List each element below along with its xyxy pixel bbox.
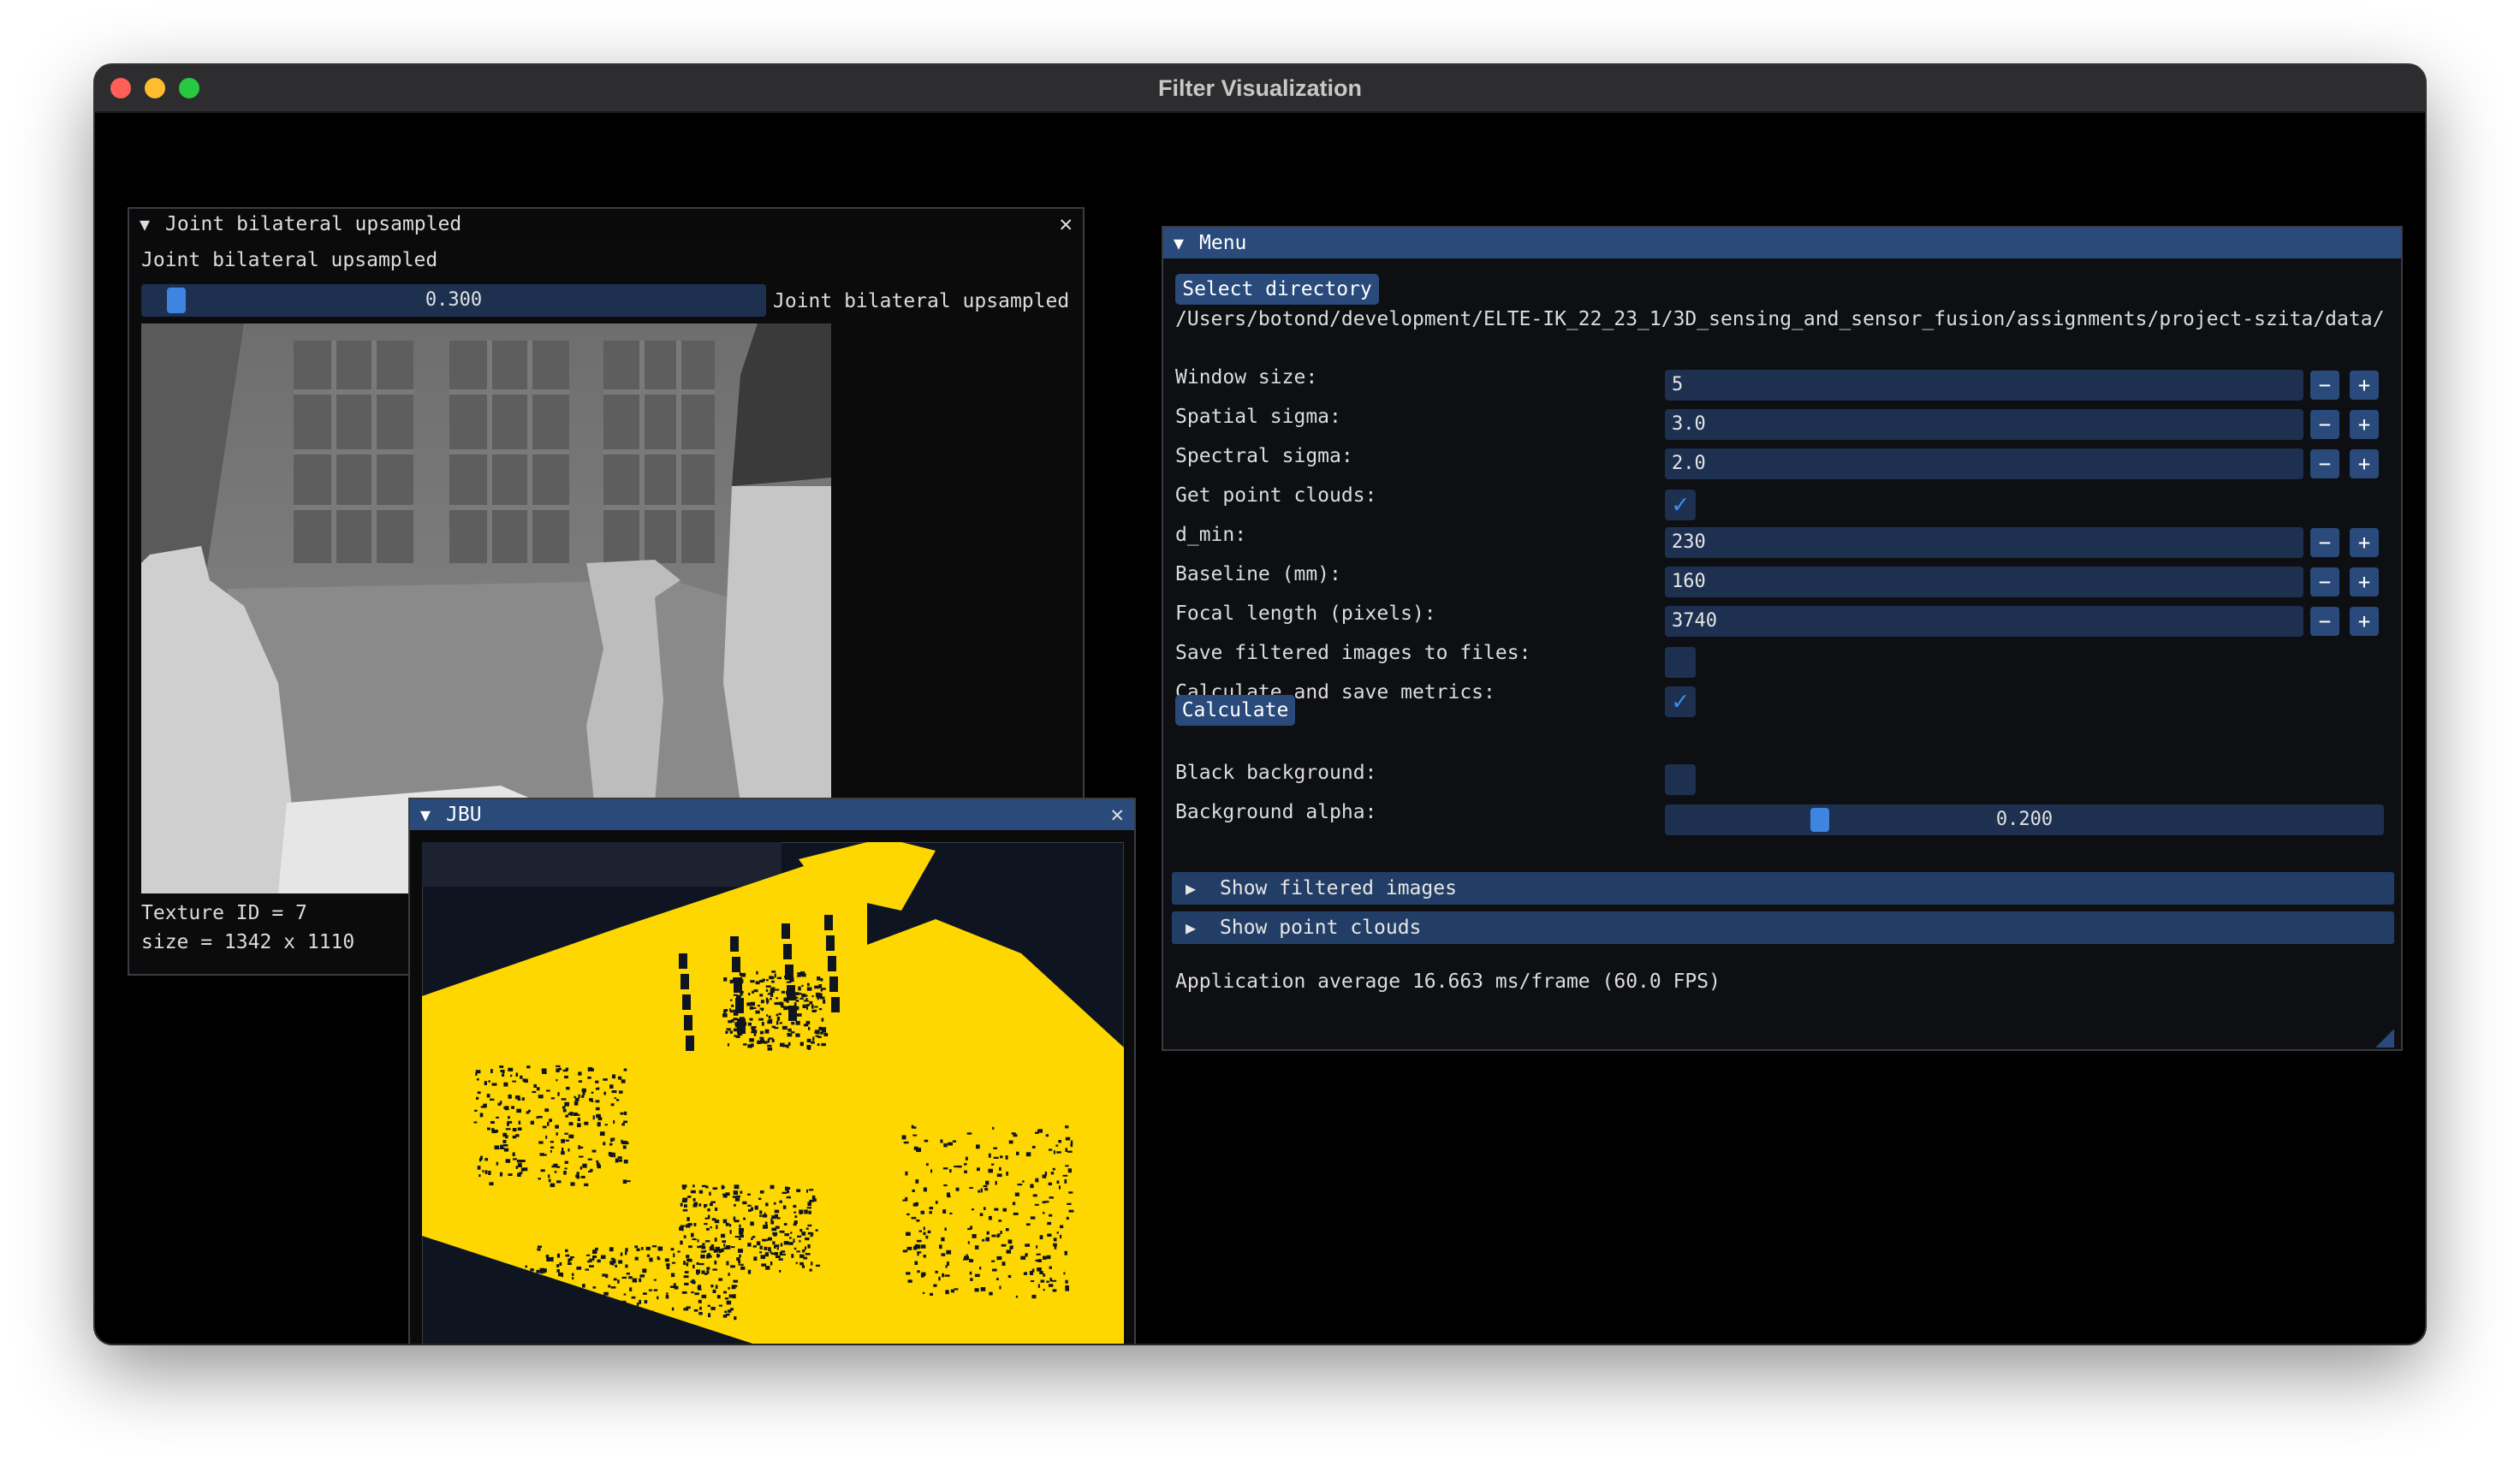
menu-row-input[interactable]: 230 [1665, 527, 2303, 558]
menu-row-label: Save filtered images to files: [1175, 642, 1531, 664]
fps-readout: Application average 16.663 ms/frame (60.… [1175, 970, 1721, 993]
close-icon[interactable]: ✕ [1059, 209, 1073, 240]
slider-label: Joint bilateral upsampled [773, 290, 1070, 312]
background-alpha-label: Background alpha: [1175, 801, 1377, 823]
expand-arrow-icon: ▶ [1186, 878, 1197, 899]
menu-row-label: Spectral sigma: [1175, 445, 1353, 467]
decrement-button[interactable]: − [2310, 371, 2339, 400]
image-label: Joint bilateral upsampled [141, 249, 438, 271]
joint-window-title: Joint bilateral upsampled [165, 213, 462, 235]
menu-row-label: Get point clouds: [1175, 484, 1377, 507]
menu-row-input[interactable]: 2.0 [1665, 448, 2303, 479]
increment-button[interactable]: + [2350, 528, 2379, 557]
decrement-button[interactable]: − [2310, 528, 2339, 557]
select-directory-button[interactable]: Select directory [1175, 274, 1379, 305]
app-window: Filter Visualization ▼ Joint bilateral u… [95, 65, 2425, 1344]
collapse-triangle-icon[interactable]: ▼ [1174, 228, 1184, 258]
menu-row-input[interactable]: 5 [1665, 370, 2303, 401]
menu-title: Menu [1199, 232, 1247, 254]
menu-row-checkbox[interactable]: ✓ [1665, 686, 1696, 717]
texture-id: Texture ID = 7 [141, 902, 307, 924]
decrement-button[interactable]: − [2310, 410, 2339, 439]
menu-row-input[interactable]: 3740 [1665, 606, 2303, 637]
decrement-button[interactable]: − [2310, 607, 2339, 636]
increment-button[interactable]: + [2350, 410, 2379, 439]
jbu-window[interactable]: ▼ JBU ✕ [408, 798, 1136, 1344]
menu-row-label: Baseline (mm): [1175, 563, 1341, 585]
background-alpha-slider[interactable]: 0.200 [1665, 804, 2384, 835]
menu-row-input[interactable]: 160 [1665, 567, 2303, 597]
menu-row-label: d_min: [1175, 524, 1247, 546]
menu-row-checkbox[interactable] [1665, 647, 1696, 678]
jbu-window-title: JBU [446, 804, 482, 826]
imgui-canvas: ▼ Joint bilateral upsampled ✕ Joint bila… [95, 113, 2425, 1344]
black-background-label: Black background: [1175, 762, 1377, 784]
show-filtered-images-header[interactable]: ▶ Show filtered images [1172, 872, 2394, 905]
menu-row-label: Focal length (pixels): [1175, 602, 1436, 625]
increment-button[interactable]: + [2350, 607, 2379, 636]
background-alpha-value: 0.200 [1995, 809, 2053, 830]
decrement-button[interactable]: − [2310, 449, 2339, 478]
increment-button[interactable]: + [2350, 567, 2379, 597]
menu-row-checkbox[interactable]: ✓ [1665, 490, 1696, 520]
menu-titlebar[interactable]: ▼ Menu [1163, 228, 2401, 258]
jbu-window-titlebar[interactable]: ▼ JBU ✕ [410, 799, 1134, 830]
menu-row-input[interactable]: 3.0 [1665, 409, 2303, 440]
collapse-triangle-icon[interactable]: ▼ [140, 209, 150, 240]
menu-row-label: Spatial sigma: [1175, 406, 1341, 428]
close-icon[interactable]: ✕ [1110, 799, 1124, 830]
expand-arrow-icon: ▶ [1186, 917, 1197, 938]
decrement-button[interactable]: − [2310, 567, 2339, 597]
joint-window-titlebar[interactable]: ▼ Joint bilateral upsampled ✕ [129, 209, 1083, 240]
menu-row-label: Window size: [1175, 366, 1318, 389]
increment-button[interactable]: + [2350, 371, 2379, 400]
calculate-button[interactable]: Calculate [1175, 695, 1295, 726]
resize-grip-icon[interactable] [2375, 1029, 2394, 1048]
joint-slider[interactable]: 0.300 [141, 284, 766, 317]
slider-value: 0.300 [425, 289, 483, 311]
increment-button[interactable]: + [2350, 449, 2379, 478]
directory-path: /Users/botond/development/ELTE-IK_22_23_… [1175, 308, 2385, 330]
black-background-checkbox[interactable] [1665, 764, 1696, 795]
point-cloud-view[interactable] [422, 842, 1124, 1344]
texture-size: size = 1342 x 1110 [141, 931, 355, 953]
show-point-clouds-header[interactable]: ▶ Show point clouds [1172, 911, 2394, 944]
collapse-triangle-icon[interactable]: ▼ [420, 799, 431, 830]
window-title: Filter Visualization [1157, 75, 1363, 101]
titlebar: Filter Visualization [95, 65, 2425, 113]
